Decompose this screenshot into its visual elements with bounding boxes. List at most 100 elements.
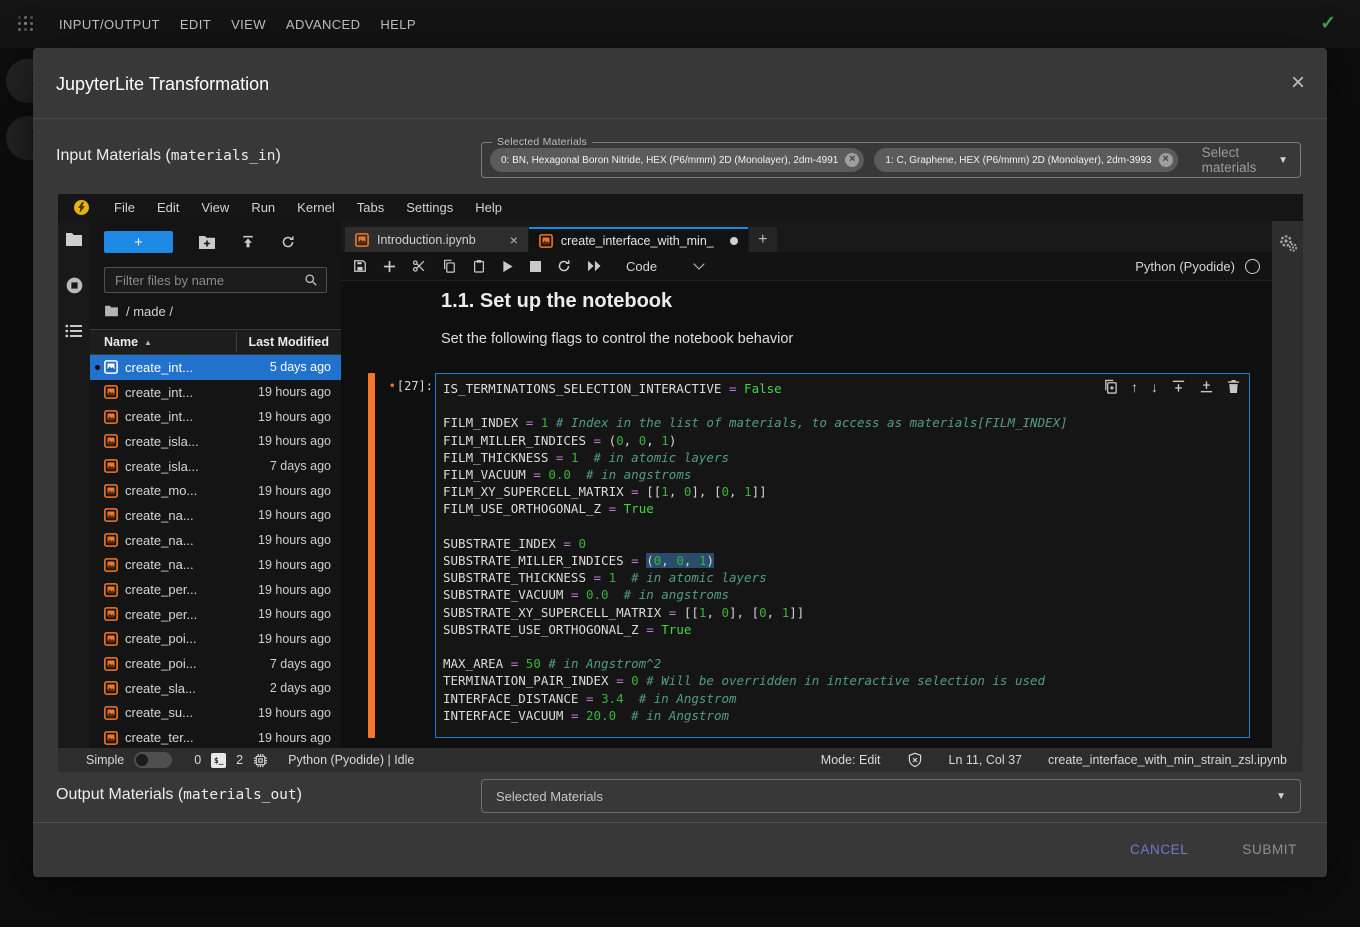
right-activity-bar	[1272, 221, 1303, 748]
column-name[interactable]: Name ▲	[90, 335, 225, 349]
trust-shield-icon[interactable]	[907, 752, 923, 768]
file-name: create_poi...	[125, 631, 232, 646]
file-row[interactable]: create_na...19 hours ago	[90, 553, 341, 578]
filter-files-box[interactable]	[104, 267, 327, 293]
file-row[interactable]: create_poi...19 hours ago	[90, 627, 341, 652]
upload-icon[interactable]	[241, 235, 255, 249]
kernel-chip-icon[interactable]	[253, 753, 268, 768]
app-logo-dots-icon[interactable]	[18, 16, 34, 32]
jupyterlite-logo-icon	[74, 200, 89, 215]
app-menu-item-input-output[interactable]: INPUT/OUTPUT	[55, 17, 170, 32]
insert-cell-above-icon[interactable]	[1171, 379, 1186, 394]
file-row[interactable]: create_mo...19 hours ago	[90, 478, 341, 503]
file-row[interactable]: create_int...19 hours ago	[90, 380, 341, 405]
material-chip[interactable]: 1: C, Graphene, HEX (P6/mmm) 2D (Monolay…	[874, 148, 1177, 172]
jupyter-menu-item-file[interactable]: File	[103, 200, 146, 215]
file-row[interactable]: create_int...19 hours ago	[90, 404, 341, 429]
jupyter-menu-item-edit[interactable]: Edit	[146, 200, 190, 215]
dropdown-arrow-icon[interactable]: ▼	[1278, 155, 1288, 166]
cursor-position[interactable]: Ln 11, Col 37	[949, 753, 1022, 767]
app-menu-item-advanced[interactable]: ADVANCED	[276, 17, 370, 32]
new-folder-icon[interactable]	[199, 236, 215, 249]
file-row[interactable]: create_isla...7 days ago	[90, 454, 341, 479]
kernel-status-icon[interactable]	[1245, 259, 1260, 274]
insert-cell-below-icon[interactable]	[1199, 379, 1214, 394]
add-cell-icon[interactable]	[383, 260, 396, 273]
jupyter-menu-item-help[interactable]: Help	[464, 200, 513, 215]
material-chip[interactable]: 0: BN, Hexagonal Boron Nitride, HEX (P6/…	[490, 148, 864, 172]
toggle-knob	[136, 754, 148, 766]
file-name: create_su...	[125, 705, 232, 720]
material-chip-label: 1: C, Graphene, HEX (P6/mmm) 2D (Monolay…	[885, 155, 1151, 166]
running-kernels-icon[interactable]	[65, 276, 84, 295]
jupyter-menu-item-run[interactable]: Run	[240, 200, 286, 215]
file-row[interactable]: create_su...19 hours ago	[90, 701, 341, 726]
file-browser-icon[interactable]	[65, 232, 83, 247]
notebook-file-icon	[539, 234, 553, 248]
save-icon[interactable]	[353, 259, 367, 273]
jupyter-menu-item-view[interactable]: View	[190, 200, 240, 215]
terminal-icon[interactable]: $_	[211, 753, 226, 768]
code-line: SUBSTRATE_INDEX = 0	[443, 535, 1245, 552]
file-row[interactable]: create_ter...19 hours ago	[90, 725, 341, 748]
chip-remove-icon[interactable]: ×	[845, 153, 859, 167]
file-row[interactable]: create_sla...2 days ago	[90, 676, 341, 701]
run-all-cells-icon[interactable]	[587, 260, 602, 272]
active-filename: create_interface_with_min_strain_zsl.ipy…	[1048, 753, 1287, 767]
cell-type-select[interactable]: Code	[626, 259, 703, 274]
cancel-button[interactable]: CANCEL	[1124, 841, 1194, 858]
jupyter-status-bar: Simple 0 $_ 2 Python (Pyodide) | Idle Mo…	[58, 748, 1303, 772]
select-materials-placeholder[interactable]: Select materials	[1202, 145, 1279, 175]
new-tab-button[interactable]: +	[749, 227, 777, 252]
jupyter-menu-item-settings[interactable]: Settings	[395, 200, 464, 215]
breadcrumb[interactable]: / made /	[90, 293, 341, 329]
file-name: create_na...	[125, 508, 232, 523]
kernel-status-text[interactable]: Python (Pyodide) | Idle	[288, 753, 414, 767]
app-menu-item-help[interactable]: HELP	[370, 17, 426, 32]
filter-files-input[interactable]	[113, 272, 304, 289]
code-cell-editor[interactable]: IS_TERMINATIONS_SELECTION_INTERACTIVE = …	[435, 373, 1250, 738]
move-cell-up-icon[interactable]: ↑	[1131, 380, 1138, 394]
file-name: create_mo...	[125, 483, 232, 498]
file-last-modified: 19 hours ago	[239, 558, 341, 572]
delete-cell-icon[interactable]	[1227, 379, 1240, 394]
file-last-modified: 5 days ago	[239, 360, 341, 374]
settings-gears-icon[interactable]	[1278, 233, 1298, 748]
refresh-icon[interactable]	[281, 235, 295, 249]
jupyter-menu-item-kernel[interactable]: Kernel	[286, 200, 346, 215]
table-of-contents-icon[interactable]	[65, 324, 83, 338]
file-row[interactable]: create_per...19 hours ago	[90, 577, 341, 602]
duplicate-cell-icon[interactable]	[1103, 379, 1118, 394]
stop-kernel-icon[interactable]	[530, 261, 541, 272]
paste-cells-icon[interactable]	[472, 259, 486, 273]
run-cell-icon[interactable]	[502, 260, 514, 273]
output-materials-select[interactable]: Selected Materials ▼	[481, 779, 1301, 813]
app-menu-item-view[interactable]: VIEW	[221, 17, 276, 32]
chip-remove-icon[interactable]: ×	[1159, 153, 1173, 167]
app-menu-item-edit[interactable]: EDIT	[170, 17, 221, 32]
file-row[interactable]: create_int...5 days ago	[90, 355, 341, 380]
dialog-title: JupyterLite Transformation	[56, 74, 269, 95]
simple-mode-toggle[interactable]	[134, 752, 172, 768]
tab-introduction[interactable]: Introduction.ipynb ×	[345, 227, 528, 252]
dialog-close-icon[interactable]: ×	[1291, 72, 1305, 94]
cut-cells-icon[interactable]	[412, 259, 426, 273]
copy-cells-icon[interactable]	[442, 259, 456, 273]
file-row[interactable]: create_per...19 hours ago	[90, 602, 341, 627]
kernel-name[interactable]: Python (Pyodide)	[1135, 259, 1235, 274]
tab-create-interface[interactable]: create_interface_with_min_	[529, 227, 748, 252]
file-row[interactable]: create_na...19 hours ago	[90, 503, 341, 528]
new-launcher-button[interactable]: +	[104, 231, 173, 253]
jupyter-menu-item-tabs[interactable]: Tabs	[346, 200, 395, 215]
move-cell-down-icon[interactable]: ↓	[1151, 380, 1158, 394]
cell-collapser-bar[interactable]	[368, 373, 375, 738]
file-row[interactable]: create_isla...19 hours ago	[90, 429, 341, 454]
column-last-modified[interactable]: Last Modified	[225, 335, 341, 349]
submit-button[interactable]: SUBMIT	[1236, 841, 1303, 858]
selected-materials-field[interactable]: Selected Materials 0: BN, Hexagonal Boro…	[481, 142, 1301, 178]
file-row[interactable]: create_poi...7 days ago	[90, 651, 341, 676]
tab-close-icon[interactable]: ×	[510, 232, 518, 248]
file-row[interactable]: create_na...19 hours ago	[90, 528, 341, 553]
notebook-file-icon	[104, 484, 118, 498]
restart-kernel-icon[interactable]	[557, 259, 571, 273]
